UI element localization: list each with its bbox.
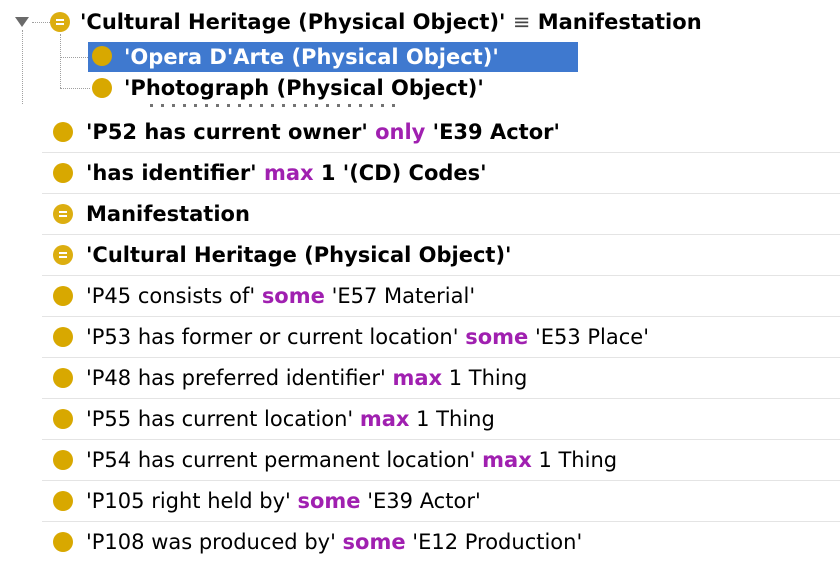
- description-row[interactable]: 'P105 right held by' some 'E39 Actor': [42, 481, 840, 522]
- tree-connector-child-2: [60, 88, 90, 89]
- equivalence-symbol: ≡: [512, 10, 531, 34]
- description-row[interactable]: 'P55 has current location' max 1 Thing: [42, 399, 840, 440]
- description-row[interactable]: 'P45 consists of' some 'E57 Material': [42, 276, 840, 317]
- row-text: 'P52 has current owner' only 'E39 Actor': [86, 120, 560, 144]
- description-row[interactable]: 'P52 has current owner' only 'E39 Actor': [42, 112, 840, 153]
- description-row[interactable]: 'P54 has current permanent location' max…: [42, 440, 840, 481]
- row-text: 'P48 has preferred identifier' max 1 Thi…: [86, 366, 528, 390]
- class-icon: [53, 122, 73, 142]
- description-row[interactable]: 'Cultural Heritage (Physical Object)': [42, 235, 840, 276]
- root-class-label: 'Cultural Heritage (Physical Object)': [80, 10, 506, 34]
- class-icon: [92, 46, 112, 66]
- row-text: 'P108 was produced by' some 'E12 Product…: [86, 530, 583, 554]
- equivalent-class-icon: [53, 204, 73, 224]
- row-text: 'P105 right held by' some 'E39 Actor': [86, 489, 481, 513]
- tree-node-root-label: 'Cultural Heritage (Physical Object)' ≡ …: [80, 8, 702, 36]
- class-icon: [53, 450, 73, 470]
- row-text: 'P53 has former or current location' som…: [86, 325, 649, 349]
- class-icon: [53, 491, 73, 511]
- class-icon: [92, 78, 112, 98]
- class-icon: [53, 368, 73, 388]
- description-row[interactable]: 'P53 has former or current location' som…: [42, 317, 840, 358]
- description-row[interactable]: 'P108 was produced by' some 'E12 Product…: [42, 522, 840, 563]
- clipped-row-remnant: [150, 104, 400, 107]
- class-icon: [53, 327, 73, 347]
- class-description-list: 'P52 has current owner' only 'E39 Actor'…: [42, 112, 840, 563]
- description-row[interactable]: 'has identifier' max 1 '(CD) Codes': [42, 153, 840, 194]
- class-icon: [53, 532, 73, 552]
- description-row[interactable]: Manifestation: [42, 194, 840, 235]
- expand-toggle-icon[interactable]: [15, 17, 29, 27]
- row-text: 'has identifier' max 1 '(CD) Codes': [86, 161, 487, 185]
- class-icon: [53, 163, 73, 183]
- row-text: Manifestation: [86, 202, 250, 226]
- tree-connector-child-1: [60, 57, 90, 58]
- equivalent-class-icon: [50, 12, 70, 32]
- class-hierarchy-tree: 'Cultural Heritage (Physical Object)' ≡ …: [0, 0, 840, 112]
- tree-node-child-2-label: 'Photograph (Physical Object)': [124, 76, 484, 100]
- tree-node-child-1-label: 'Opera D'Arte (Physical Object)': [124, 45, 499, 69]
- row-text: 'P54 has current permanent location' max…: [86, 448, 618, 472]
- row-text: 'Cultural Heritage (Physical Object)': [86, 243, 512, 267]
- tree-connector-root: [32, 22, 50, 23]
- equivalent-class-icon: [53, 245, 73, 265]
- row-text: 'P45 consists of' some 'E57 Material': [86, 284, 476, 308]
- class-icon: [53, 286, 73, 306]
- tree-connector-child-vertical: [60, 34, 61, 88]
- row-text: 'P55 has current location' max 1 Thing: [86, 407, 495, 431]
- equivalent-class-label: Manifestation: [537, 10, 702, 34]
- class-icon: [53, 409, 73, 429]
- tree-connector-vertical: [22, 30, 23, 104]
- description-row[interactable]: 'P48 has preferred identifier' max 1 Thi…: [42, 358, 840, 399]
